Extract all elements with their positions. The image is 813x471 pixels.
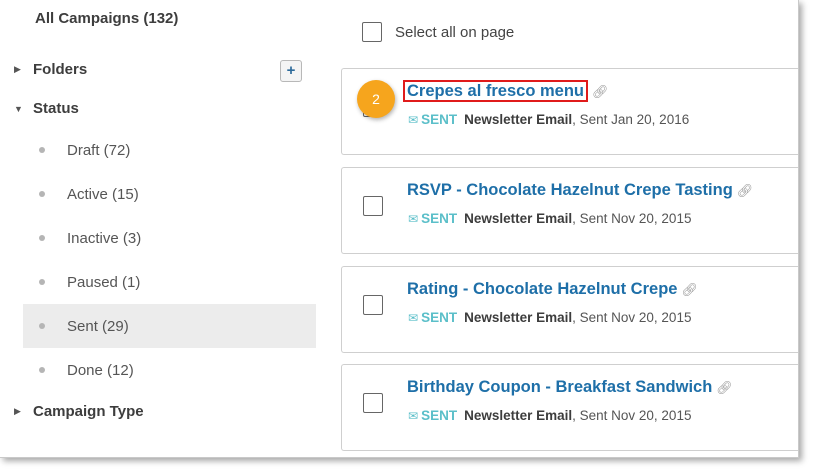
campaign-sent-date: , Sent Jan 20, 2016 xyxy=(572,112,690,127)
campaign-card: Rating - Chocolate Hazelnut Crepe 🔗︎ ✉ SE… xyxy=(341,266,798,353)
campaign-title-row: RSVP - Chocolate Hazelnut Crepe Tasting 🔗… xyxy=(407,181,753,200)
caret-right-icon: ▶ xyxy=(14,406,21,416)
caret-down-icon: ▼ xyxy=(14,103,23,114)
status-toggle[interactable]: ▼ Status xyxy=(14,100,79,117)
link-icon[interactable]: 🔗︎ xyxy=(716,380,733,396)
campaign-title-link[interactable]: RSVP - Chocolate Hazelnut Crepe Tasting xyxy=(407,181,733,199)
campaign-meta: ✉ SENT Newsletter Email , Sent Nov 20, 2… xyxy=(408,310,691,325)
link-icon[interactable]: 🔗︎ xyxy=(681,282,698,298)
link-icon[interactable]: 🔗︎ xyxy=(737,183,754,199)
link-icon[interactable]: 🔗︎ xyxy=(592,84,609,100)
campaign-card: Crepes al fresco menu 🔗︎ ✉ SENT Newslette… xyxy=(341,68,798,155)
campaign-title-row: Birthday Coupon - Breakfast Sandwich 🔗︎ xyxy=(407,378,733,397)
campaign-sent-date: , Sent Nov 20, 2015 xyxy=(572,408,692,423)
campaign-meta: ✉ SENT Newsletter Email , Sent Nov 20, 2… xyxy=(408,211,691,226)
campaign-checkbox[interactable] xyxy=(363,196,383,216)
status-badge: SENT xyxy=(421,408,458,423)
campaign-type: Newsletter Email xyxy=(464,408,573,423)
campaign-checkbox[interactable] xyxy=(363,295,383,315)
campaign-title-row: Crepes al fresco menu 🔗︎ xyxy=(403,80,609,102)
status-item-label: Done (12) xyxy=(67,361,134,379)
status-item-label: Inactive (3) xyxy=(67,229,142,247)
campaign-sent-date: , Sent Nov 20, 2015 xyxy=(572,310,692,325)
status-item-done[interactable]: Done (12) xyxy=(23,348,316,392)
status-badge: SENT xyxy=(421,112,458,127)
status-item-label: Paused (1) xyxy=(67,273,141,291)
status-item-label: Draft (72) xyxy=(67,141,131,159)
select-all-label: Select all on page xyxy=(395,23,515,41)
select-all-control[interactable]: Select all on page xyxy=(362,22,514,42)
status-item-active[interactable]: Active (15) xyxy=(23,172,316,216)
caret-right-icon: ▶ xyxy=(14,64,21,74)
campaign-meta: ✉ SENT Newsletter Email , Sent Nov 20, 2… xyxy=(408,408,691,423)
campaigns-panel: All Campaigns (132) ▶ Folders + ▼ Status… xyxy=(0,0,799,458)
campaign-title-link[interactable]: Birthday Coupon - Breakfast Sandwich xyxy=(407,378,712,396)
envelope-icon: ✉ xyxy=(408,408,419,423)
bullet-icon xyxy=(39,367,45,373)
campaign-card: RSVP - Chocolate Hazelnut Crepe Tasting 🔗… xyxy=(341,167,798,254)
folders-label: Folders xyxy=(33,61,88,78)
select-all-checkbox[interactable] xyxy=(362,22,382,42)
campaign-checkbox[interactable] xyxy=(363,393,383,413)
add-folder-button[interactable]: + xyxy=(280,60,302,82)
campaign-card: Birthday Coupon - Breakfast Sandwich 🔗︎ ✉… xyxy=(341,364,798,451)
status-badge: SENT xyxy=(421,310,458,325)
campaign-meta: ✉ SENT Newsletter Email , Sent Jan 20, 2… xyxy=(408,112,689,127)
campaign-title-link[interactable]: Crepes al fresco menu xyxy=(403,80,588,102)
campaign-type: Newsletter Email xyxy=(464,310,573,325)
campaign-type-label: Campaign Type xyxy=(33,403,144,420)
bullet-icon xyxy=(39,147,45,153)
bullet-icon xyxy=(39,323,45,329)
bullet-icon xyxy=(39,191,45,197)
status-item-label: Active (15) xyxy=(67,185,139,203)
status-item-sent[interactable]: Sent (29) xyxy=(23,304,316,348)
campaign-type: Newsletter Email xyxy=(464,112,573,127)
status-item-label: Sent (29) xyxy=(67,317,129,335)
status-item-paused[interactable]: Paused (1) xyxy=(23,260,316,304)
envelope-icon: ✉ xyxy=(408,211,419,226)
status-badge: SENT xyxy=(421,211,458,226)
status-item-draft[interactable]: Draft (72) xyxy=(23,128,316,172)
campaign-title-link[interactable]: Rating - Chocolate Hazelnut Crepe xyxy=(407,280,677,298)
all-campaigns-link[interactable]: All Campaigns (132) xyxy=(35,10,178,27)
status-item-inactive[interactable]: Inactive (3) xyxy=(23,216,316,260)
folders-toggle[interactable]: ▶ Folders xyxy=(14,61,87,78)
campaign-title-row: Rating - Chocolate Hazelnut Crepe 🔗︎ xyxy=(407,280,698,299)
step-number-badge: 2 xyxy=(357,80,395,118)
campaign-type-toggle[interactable]: ▶ Campaign Type xyxy=(14,403,144,420)
campaign-type: Newsletter Email xyxy=(464,211,573,226)
bullet-icon xyxy=(39,279,45,285)
bullet-icon xyxy=(39,235,45,241)
status-label: Status xyxy=(33,100,79,117)
envelope-icon: ✉ xyxy=(408,112,419,127)
envelope-icon: ✉ xyxy=(408,310,419,325)
campaign-sent-date: , Sent Nov 20, 2015 xyxy=(572,211,692,226)
